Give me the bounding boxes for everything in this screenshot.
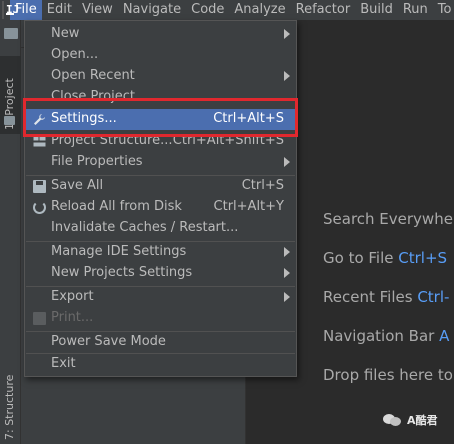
menu-item-power-save-mode[interactable]: Power Save Mode <box>25 332 296 353</box>
hint-go-to-file-shortcut: Ctrl+S <box>398 249 448 267</box>
menu-analyze[interactable]: Analyze <box>229 0 290 20</box>
hint-search-everywhere: Search Everywher <box>323 210 454 228</box>
menu-refactor[interactable]: Refactor <box>291 0 356 20</box>
menu-item-exit[interactable]: Exit <box>25 354 296 375</box>
menu-item-file-properties[interactable]: File Properties <box>25 152 296 173</box>
hint-drop-files-label: Drop files here to <box>323 366 453 384</box>
submenu-arrow-icon <box>284 157 290 167</box>
submenu-arrow-icon <box>284 71 290 81</box>
menu-build[interactable]: Build <box>355 0 398 20</box>
menu-item-new[interactable]: New <box>25 24 296 45</box>
menu-item-invalidate-caches-label: Invalidate Caches / Restart... <box>51 220 239 235</box>
file-menu-dropdown: New Open... Open Recent Close Project Se… <box>24 20 297 377</box>
menu-item-save-all-shortcut: Ctrl+S <box>241 178 284 193</box>
left-tool-strip: 1: Project 7: Structure <box>0 20 21 444</box>
intellij-app-icon: IJ <box>2 1 19 19</box>
settings-highlight-box <box>23 98 298 137</box>
menu-item-new-projects-settings-label: New Projects Settings <box>51 265 193 280</box>
submenu-arrow-icon <box>284 268 290 278</box>
menu-item-open-recent[interactable]: Open Recent <box>25 66 296 87</box>
watermark: A酷君 <box>383 412 438 428</box>
print-icon <box>33 312 46 325</box>
menu-navigate[interactable]: Navigate <box>118 0 186 20</box>
menu-run[interactable]: Run <box>398 0 433 20</box>
menu-code[interactable]: Code <box>186 0 229 20</box>
menu-item-save-all[interactable]: Save All Ctrl+S <box>25 176 296 197</box>
hint-navigation-bar: Navigation Bar A <box>323 327 449 345</box>
menu-item-reload-all-shortcut: Ctrl+Alt+Y <box>213 199 284 214</box>
hint-navigation-bar-shortcut: A <box>439 327 450 345</box>
menu-item-invalidate-caches[interactable]: Invalidate Caches / Restart... <box>25 218 296 239</box>
submenu-arrow-icon <box>284 29 290 39</box>
menu-item-reload-all-label: Reload All from Disk <box>51 199 182 214</box>
menu-item-manage-ide-settings[interactable]: Manage IDE Settings <box>25 242 296 263</box>
menu-item-open[interactable]: Open... <box>25 45 296 66</box>
menu-item-open-recent-label: Open Recent <box>51 68 135 83</box>
menu-item-reload-all[interactable]: Reload All from Disk Ctrl+Alt+Y <box>25 197 296 218</box>
menu-item-save-all-label: Save All <box>51 178 104 193</box>
menu-item-file-properties-label: File Properties <box>51 154 143 169</box>
project-view-icon[interactable] <box>4 28 18 39</box>
menu-edit[interactable]: Edit <box>42 0 77 20</box>
menu-item-export-label: Export <box>51 289 94 304</box>
hint-navigation-bar-label: Navigation Bar <box>323 327 435 345</box>
menu-tools[interactable]: To <box>433 0 454 20</box>
submenu-arrow-icon <box>284 292 290 302</box>
main-menu-bar: IJ File Edit View Navigate Code Analyze … <box>0 0 454 20</box>
menu-item-manage-ide-settings-label: Manage IDE Settings <box>51 244 187 259</box>
hint-recent-files-shortcut: Ctrl- <box>417 288 450 306</box>
menu-item-power-save-mode-label: Power Save Mode <box>51 334 166 349</box>
hint-recent-files: Recent Files Ctrl- <box>323 288 449 306</box>
wechat-icon <box>383 412 403 428</box>
submenu-arrow-icon <box>284 247 290 257</box>
menu-item-new-label: New <box>51 26 80 41</box>
menu-view[interactable]: View <box>77 0 118 20</box>
watermark-text: A酷君 <box>407 414 438 427</box>
folder-icon <box>4 116 15 125</box>
menu-item-print: Print... <box>25 308 296 329</box>
save-icon <box>33 180 46 193</box>
hint-go-to-file: Go to File Ctrl+S <box>323 249 447 267</box>
menu-item-print-label: Print... <box>51 310 94 325</box>
menu-item-new-projects-settings[interactable]: New Projects Settings <box>25 263 296 284</box>
reload-icon <box>33 201 46 214</box>
menu-item-export[interactable]: Export <box>25 287 296 308</box>
hint-go-to-file-label: Go to File <box>323 249 394 267</box>
hint-recent-files-label: Recent Files <box>323 288 413 306</box>
structure-tool-tab-label[interactable]: 7: Structure <box>3 375 16 440</box>
hint-drop-files: Drop files here to <box>323 366 453 384</box>
menu-item-exit-label: Exit <box>51 356 76 371</box>
menu-item-open-label: Open... <box>51 47 99 62</box>
hint-search-everywhere-label: Search Everywher <box>323 210 454 228</box>
